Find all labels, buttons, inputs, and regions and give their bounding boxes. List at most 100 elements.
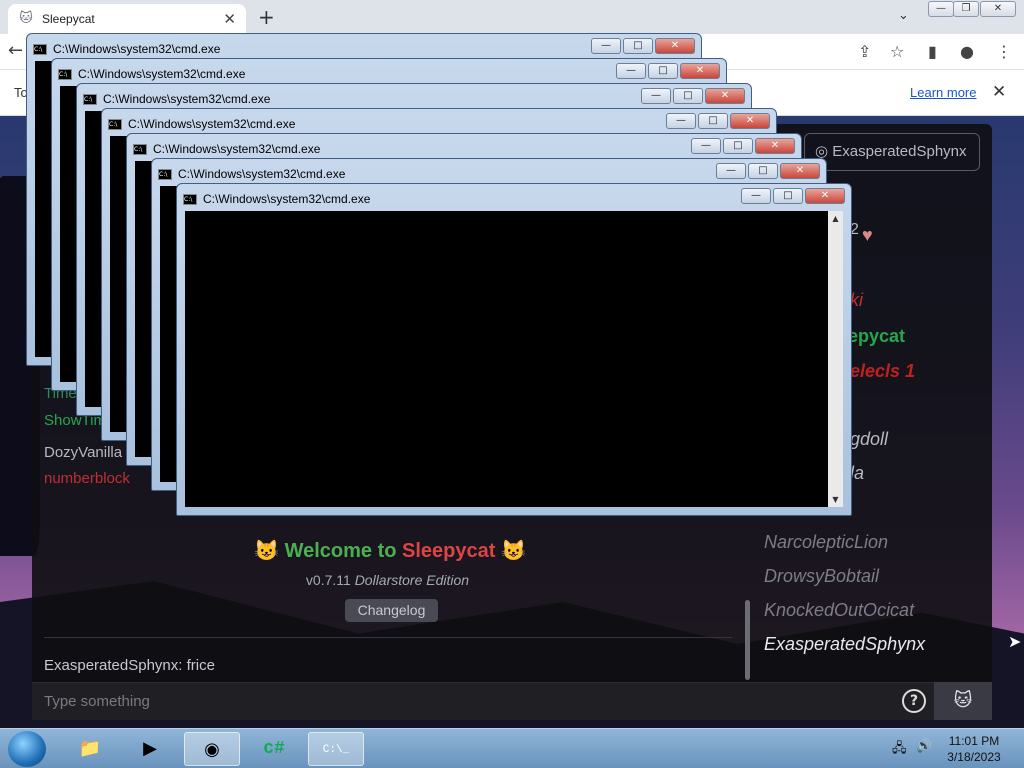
scroll-down-icon[interactable]: ▼ bbox=[828, 492, 843, 507]
welcome-heading: 😺 Welcome to Sleepycat 😺 bbox=[230, 538, 550, 563]
clock[interactable]: 11:01 PM 3/18/2023 bbox=[944, 733, 1004, 765]
tab-title: Sleepycat bbox=[42, 12, 95, 26]
cmd-icon: C:\ bbox=[133, 143, 147, 155]
partial-text: elecls 1 bbox=[850, 361, 916, 381]
cmd-maximize-button[interactable]: □ bbox=[773, 188, 803, 204]
cmd-scrollbar[interactable]: ▲▼ bbox=[828, 211, 843, 507]
minimize-button[interactable]: — bbox=[928, 1, 954, 17]
edition-name: Dollarstore Edition bbox=[354, 572, 470, 588]
new-tab-button[interactable]: + bbox=[258, 5, 275, 29]
chat-message: ExasperatedSphynx: frice bbox=[44, 657, 215, 674]
clock-date: 3/18/2023 bbox=[947, 750, 1001, 764]
cmd-titlebar[interactable]: C:\ C:\Windows\system32\cmd.exe bbox=[158, 163, 345, 185]
side-panel-icon[interactable]: ▮ bbox=[928, 42, 937, 61]
user-chip-name: ExasperatedSphynx bbox=[832, 143, 967, 160]
cat-favicon-icon: 🐱 bbox=[19, 11, 33, 26]
bookmark-star-icon[interactable]: ☆ bbox=[890, 42, 904, 61]
cmd-close-button[interactable]: ✕ bbox=[780, 163, 820, 179]
cmd-titlebar[interactable]: C:\ C:\Windows\system32\cmd.exe bbox=[33, 38, 220, 60]
cmd-maximize-button[interactable]: □ bbox=[723, 138, 753, 154]
sidebar-user[interactable]: ExasperatedSphynx bbox=[764, 634, 925, 655]
cmd-icon: C:\ bbox=[58, 68, 72, 80]
welcome-prefix: Welcome to bbox=[284, 540, 403, 562]
share-icon[interactable]: ⇪ bbox=[858, 42, 871, 61]
cmd-minimize-button[interactable]: — bbox=[741, 188, 771, 204]
cmd-maximize-button[interactable]: □ bbox=[748, 163, 778, 179]
partial-text: epycat bbox=[848, 326, 906, 346]
sidebar-user[interactable]: DrowsyBobtail bbox=[764, 566, 879, 587]
restore-button[interactable]: ❐ bbox=[953, 1, 979, 17]
input-placeholder: Type something bbox=[44, 693, 150, 710]
sidebar-user[interactable]: NarcolepticLion bbox=[764, 532, 888, 553]
cmd-titlebar[interactable]: C:\ C:\Windows\system32\cmd.exe bbox=[58, 63, 245, 85]
cmd-close-button[interactable]: ✕ bbox=[680, 63, 720, 79]
cmd-title: C:\Windows\system32\cmd.exe bbox=[203, 192, 371, 206]
cmd-maximize-button[interactable]: □ bbox=[623, 38, 653, 54]
cmd-minimize-button[interactable]: — bbox=[691, 138, 721, 154]
cmd-titlebar[interactable]: C:\ C:\Windows\system32\cmd.exe bbox=[108, 113, 295, 135]
partial-text: gdoll bbox=[850, 429, 889, 449]
cmd-maximize-button[interactable]: □ bbox=[698, 113, 728, 129]
cmd-titlebar[interactable]: C:\ C:\Windows\system32\cmd.exe bbox=[133, 138, 320, 160]
cat-icon: 😺 bbox=[254, 540, 280, 562]
profile-avatar-icon[interactable]: ● bbox=[960, 42, 974, 61]
cmd-icon: C:\ bbox=[108, 118, 122, 130]
close-window-button[interactable]: ✕ bbox=[980, 1, 1016, 17]
close-tab-icon[interactable]: ✕ bbox=[223, 10, 236, 28]
version-text: v0.7.11 Dollarstore Edition bbox=[230, 572, 545, 588]
cmd-minimize-button[interactable]: — bbox=[616, 63, 646, 79]
chat-scrollbar[interactable] bbox=[745, 600, 750, 680]
windows-taskbar: 📁 ▶ ◉ c# C:\_ 🖧 🔊 11:01 PM 3/18/2023 bbox=[0, 728, 1024, 768]
cmd-maximize-button[interactable]: □ bbox=[673, 88, 703, 104]
cmd-console[interactable] bbox=[185, 211, 829, 507]
menu-kebab-icon[interactable]: ⋮ bbox=[996, 42, 1012, 61]
cmd-close-button[interactable]: ✕ bbox=[755, 138, 795, 154]
version-number: v0.7.11 bbox=[305, 572, 351, 588]
chat-line: DozyVanilla bbox=[44, 444, 123, 461]
chrome-taskbar-icon[interactable]: ◉ bbox=[184, 732, 240, 766]
cmd-maximize-button[interactable]: □ bbox=[648, 63, 678, 79]
cmd-title: C:\Windows\system32\cmd.exe bbox=[178, 167, 346, 181]
cmd-minimize-button[interactable]: — bbox=[641, 88, 671, 104]
cmd-close-button[interactable]: ✕ bbox=[705, 88, 745, 104]
chat-line: numberblock bbox=[44, 470, 130, 487]
tab-search-icon[interactable]: ⌄ bbox=[898, 8, 909, 23]
cmd-taskbar-icon[interactable]: C:\_ bbox=[308, 732, 364, 766]
learn-more-link[interactable]: Learn more bbox=[910, 85, 976, 100]
cmd-close-button[interactable]: ✕ bbox=[805, 188, 845, 204]
divider bbox=[44, 637, 732, 638]
cmd-minimize-button[interactable]: — bbox=[591, 38, 621, 54]
cmd-title: C:\Windows\system32\cmd.exe bbox=[128, 117, 296, 131]
user-chip[interactable]: ◎ ExasperatedSphynx bbox=[804, 133, 980, 171]
welcome-brand: Sleepycat bbox=[402, 540, 496, 562]
send-cat-button[interactable]: 🐱 bbox=[934, 682, 992, 720]
cmd-close-button[interactable]: ✕ bbox=[730, 113, 770, 129]
csharp-taskbar-icon[interactable]: c# bbox=[246, 732, 302, 766]
changelog-button[interactable]: Changelog bbox=[345, 599, 438, 622]
sidebar-user[interactable]: KnockedOutOcicat bbox=[764, 600, 914, 621]
message-input[interactable]: Type something bbox=[32, 682, 934, 720]
back-arrow-icon[interactable]: ← bbox=[8, 40, 23, 61]
cmd-title: C:\Windows\system32\cmd.exe bbox=[78, 67, 246, 81]
mouse-cursor-icon: ➤ bbox=[1008, 632, 1022, 651]
cmd-close-button[interactable]: ✕ bbox=[655, 38, 695, 54]
heart-icon: ♥ bbox=[862, 225, 873, 245]
infobar-close-icon[interactable]: ✕ bbox=[992, 82, 1006, 102]
media-player-taskbar-icon[interactable]: ▶ bbox=[122, 732, 178, 766]
cmd-minimize-button[interactable]: — bbox=[716, 163, 746, 179]
cmd-titlebar[interactable]: C:\ C:\Windows\system32\cmd.exe bbox=[183, 188, 370, 210]
explorer-taskbar-icon[interactable]: 📁 bbox=[62, 732, 118, 766]
network-icon[interactable]: 🖧 bbox=[892, 739, 907, 761]
cmd-titlebar[interactable]: C:\ C:\Windows\system32\cmd.exe bbox=[83, 88, 270, 110]
start-orb-icon[interactable] bbox=[8, 731, 46, 767]
cmd-icon: C:\ bbox=[33, 43, 47, 55]
browser-tab[interactable]: 🐱 Sleepycat ✕ bbox=[8, 4, 246, 34]
browser-tabstrip: 🐱 Sleepycat ✕ + ⌄ — ❐ ✕ bbox=[0, 0, 1024, 34]
scroll-up-icon[interactable]: ▲ bbox=[828, 211, 843, 226]
cmd-icon: C:\ bbox=[158, 168, 172, 180]
cmd-window[interactable]: C:\C:\Windows\system32\cmd.exe—□✕▲▼ bbox=[176, 183, 852, 516]
help-icon[interactable]: ? bbox=[902, 689, 926, 713]
cmd-minimize-button[interactable]: — bbox=[666, 113, 696, 129]
cmd-title: C:\Windows\system32\cmd.exe bbox=[103, 92, 271, 106]
volume-icon[interactable]: 🔊 bbox=[916, 739, 932, 754]
